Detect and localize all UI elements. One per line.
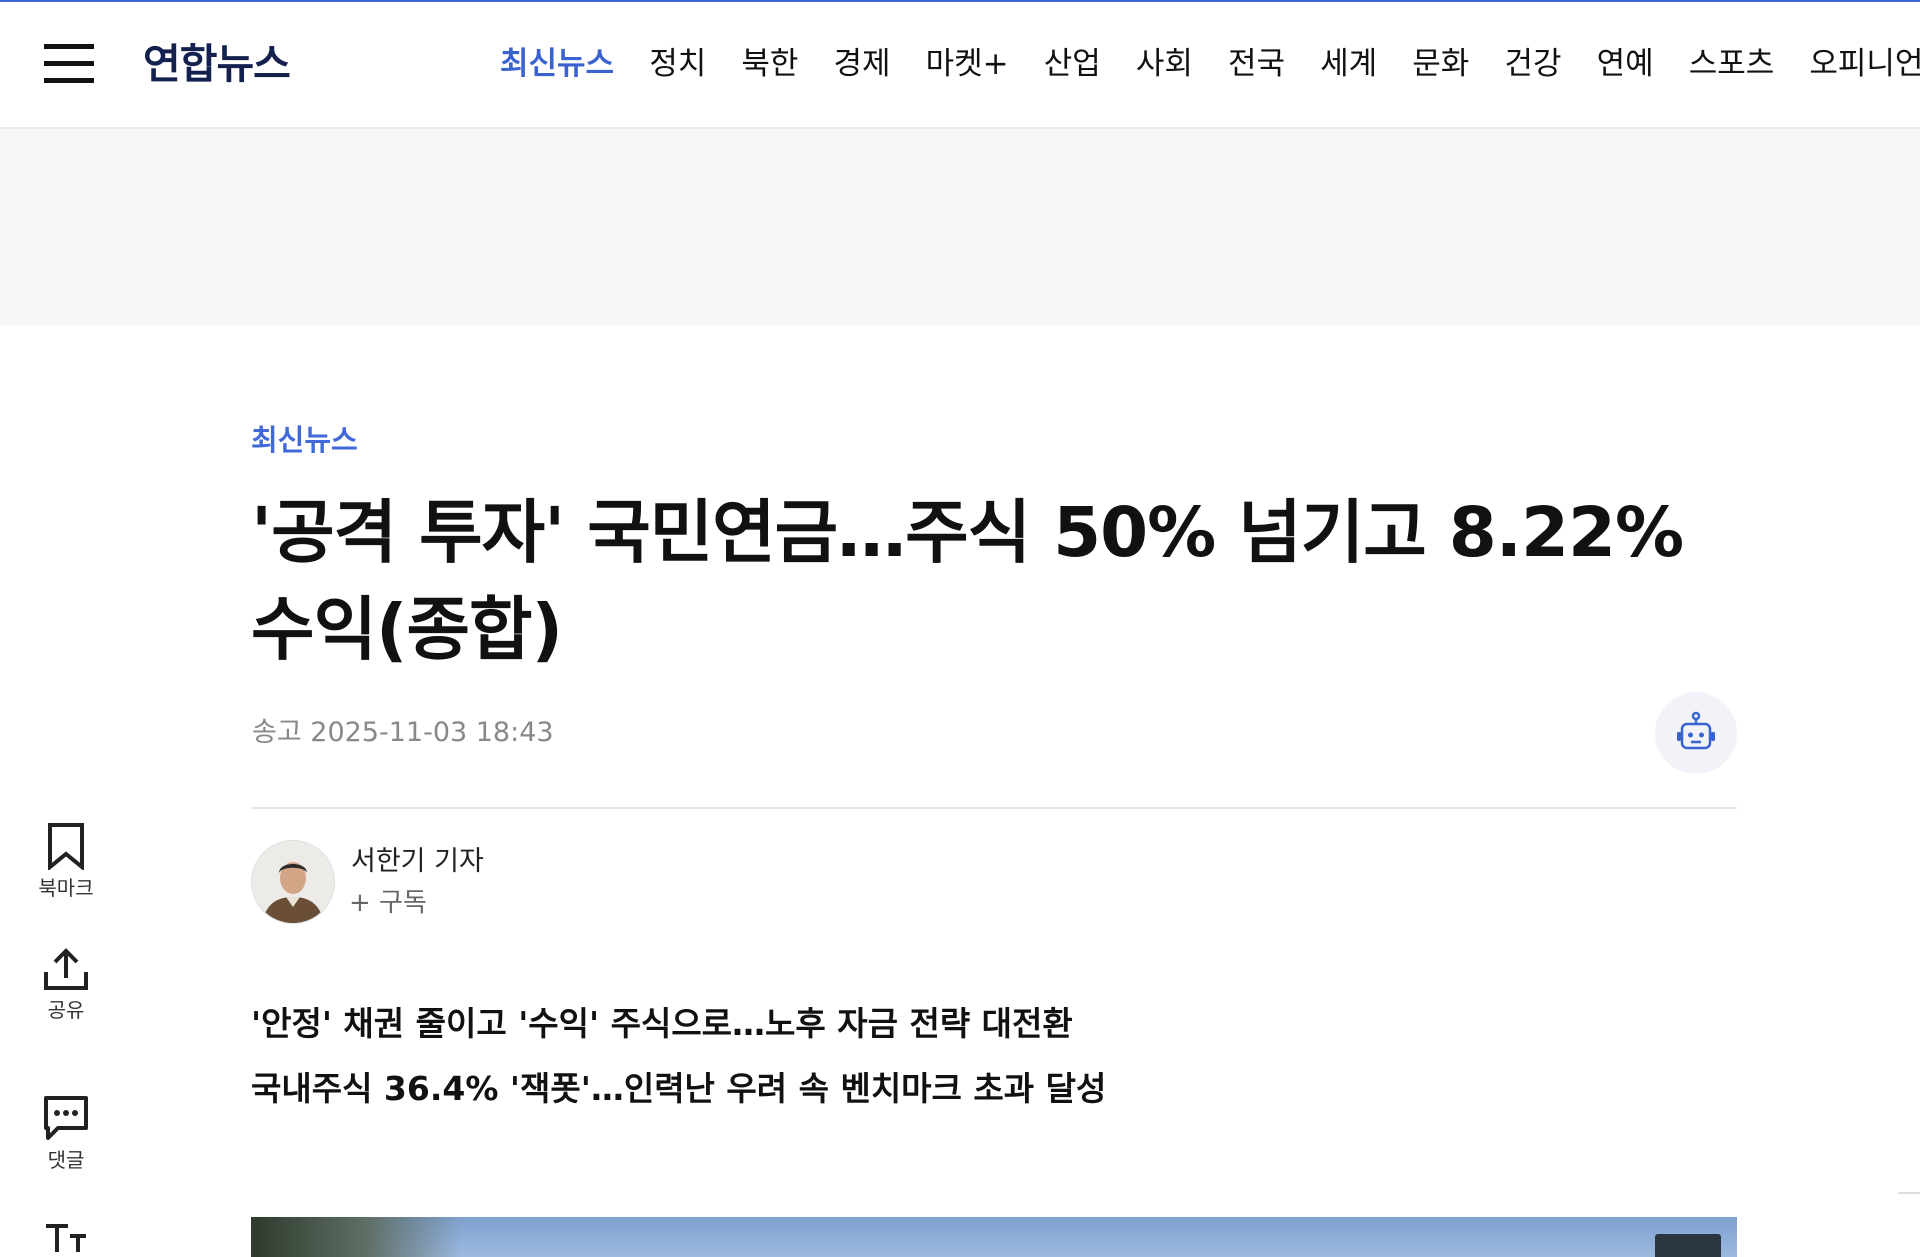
- site-header: 연합뉴스 최신뉴스 정치 북한 경제 마켓+ 산업 사회 전국 세계 문화 건강…: [0, 2, 1920, 129]
- robot-icon: [1677, 711, 1715, 750]
- header-divider: [251, 807, 1737, 809]
- nav-item-industry[interactable]: 산업: [1044, 42, 1101, 86]
- nav-item-latest[interactable]: 최신뉴스: [500, 42, 614, 86]
- nav-item-nationwide[interactable]: 전국: [1228, 42, 1285, 86]
- main-nav: 최신뉴스 정치 북한 경제 마켓+ 산업 사회 전국 세계 문화 건강 연예 스…: [500, 42, 1920, 86]
- share-label: 공유: [47, 998, 85, 1022]
- hamburger-menu-icon[interactable]: [44, 42, 96, 84]
- nav-item-world[interactable]: 세계: [1320, 42, 1377, 86]
- article-sent-time: 송고 2025-11-03 18:43: [252, 717, 554, 748]
- nav-item-health[interactable]: 건강: [1504, 42, 1561, 86]
- nav-item-market[interactable]: 마켓+: [926, 42, 1009, 86]
- article-subhead: 국내주식 36.4% '잭폿'…인력난 우려 속 벤치마크 초과 달성: [251, 1069, 1107, 1108]
- right-column-divider: [1898, 1192, 1920, 1194]
- nav-item-opinion[interactable]: 오피니언: [1809, 42, 1920, 86]
- article-subhead: '안정' 채권 줄이고 '수익' 주식으로…노후 자금 전략 대전환: [251, 1004, 1073, 1043]
- subscribe-button[interactable]: + 구독: [349, 885, 427, 921]
- article-headline: '공격 투자' 국민연금…주식 50% 넘기고 8.22% 수익(종합): [251, 493, 1684, 670]
- font-size-button[interactable]: [20, 1222, 112, 1252]
- photo-foliage: [251, 1217, 461, 1257]
- nav-item-culture[interactable]: 문화: [1412, 42, 1469, 86]
- ai-summary-button[interactable]: [1655, 692, 1737, 774]
- share-button[interactable]: 공유: [20, 948, 112, 1024]
- comment-label: 댓글: [47, 1148, 85, 1172]
- bookmark-label: 북마크: [38, 876, 94, 900]
- reporter-avatar[interactable]: [251, 840, 335, 924]
- bookmark-button[interactable]: 북마크: [20, 822, 112, 902]
- article-photo[interactable]: [251, 1217, 1737, 1257]
- font-size-icon: [46, 1224, 86, 1252]
- comment-button[interactable]: 댓글: [20, 1094, 112, 1174]
- share-icon: [44, 948, 88, 990]
- nav-item-politics[interactable]: 정치: [649, 42, 706, 86]
- ad-banner-area: [0, 129, 1920, 326]
- nav-item-entertainment[interactable]: 연예: [1597, 42, 1654, 86]
- reporter-name[interactable]: 서한기 기자: [351, 843, 484, 881]
- comment-icon: [44, 1096, 88, 1140]
- bookmark-icon: [48, 823, 84, 870]
- nav-item-sports[interactable]: 스포츠: [1689, 42, 1775, 86]
- nav-item-economy[interactable]: 경제: [833, 42, 890, 86]
- nav-item-north-korea[interactable]: 북한: [741, 42, 798, 86]
- nav-item-society[interactable]: 사회: [1136, 42, 1193, 86]
- site-logo[interactable]: 연합뉴스: [143, 40, 291, 88]
- article-category[interactable]: 최신뉴스: [251, 420, 358, 460]
- photo-expand-badge[interactable]: [1655, 1234, 1721, 1257]
